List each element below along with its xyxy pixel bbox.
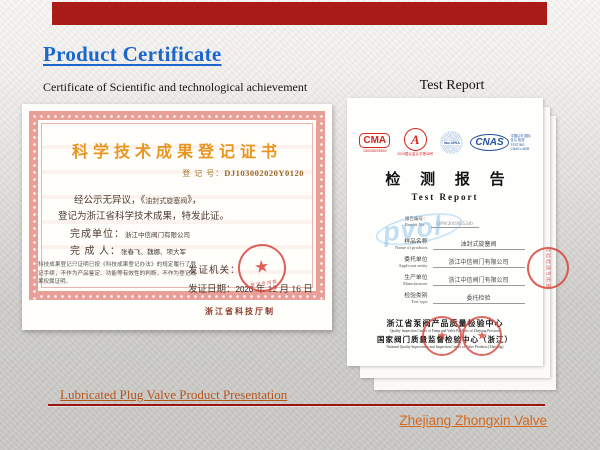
certificate-body-line2: 登记为浙江省科学技术成果，特发此证。 — [58, 208, 229, 222]
issuer-row: 发证机关： — [188, 262, 241, 276]
person-label: 完 成 人： — [70, 246, 121, 257]
seal-star-icon: ★ — [477, 328, 488, 342]
brand-link[interactable]: Zhejiang Zhongxin Valve — [399, 413, 547, 428]
line1-suffix: 》， — [187, 196, 201, 206]
field-row-sample-name: 样品名称Name of products 油封式旋塞阀 — [347, 232, 543, 250]
report-bottom-seal-left-icon: ★ — [422, 316, 462, 356]
unit-label: 完成单位： — [70, 229, 125, 240]
field-label-cn: 样品名称 — [366, 236, 428, 245]
certificate-border-top — [29, 111, 325, 120]
cnas-side-text: 中国认可 国际互认 检测 TESTING CNAS L4639 — [511, 134, 531, 151]
cma-logo-icon: CMA 150008225539 — [359, 133, 390, 153]
certificate-image: 科学技术成果登记证书 登 记 号：DJ103002020Y0120 经公示无异议… — [22, 104, 332, 330]
certificate-caption: Certificate of Scientific and technologi… — [43, 80, 307, 95]
field-label-en: Applicant entity — [366, 263, 428, 268]
registration-value: DJ103002020Y0120 — [224, 168, 304, 178]
inspection-a-logo-icon: A 2019国认监认字第38号 — [397, 128, 433, 157]
cnas-logo-icon: CNAS 中国认可 国际互认 检测 TESTING CNAS L4639 — [470, 134, 530, 151]
field-label-en: Test type — [366, 299, 428, 304]
field-value: 委托检验 — [433, 293, 525, 304]
field-label-cn: 生产单位 — [366, 272, 428, 281]
seal-star-icon: ★ — [437, 328, 448, 342]
report-sheet-front: CMA 150008225539 A 2019国认监认字第38号 ilac-MR… — [347, 98, 543, 366]
field-label-en: Manufacturer — [366, 281, 428, 286]
top-red-bar — [52, 2, 547, 25]
registration-label: 登 记 号： — [182, 169, 224, 178]
date-label: 发证日期： — [188, 285, 236, 295]
field-row-test-type: 检验类别Test type 委托检验 — [347, 286, 543, 304]
completion-unit-row: 完成单位：浙江中信阀门有限公司 — [70, 225, 190, 240]
a-mark-number: 2019国认监认字第38号 — [397, 152, 433, 157]
certificate-issuing-office: 浙江省科技厅制 — [205, 306, 275, 317]
field-label-en: Name of products — [366, 245, 428, 250]
ilac-text: ilac-MRA — [443, 141, 461, 145]
field-label-cn: 委托单位 — [366, 254, 428, 263]
completion-person-row: 完 成 人：张春飞、魏娜、项大军 — [70, 242, 186, 257]
footer-divider-line — [48, 404, 545, 406]
report-fields: 样品名称Name of products 油封式旋塞阀 委托单位Applican… — [347, 232, 543, 304]
cma-number: 150008225539 — [363, 149, 386, 153]
field-label-cn: 检验类别 — [366, 290, 428, 299]
certificate-body-line1: 经公示无异议，《油封式旋塞阀》， — [74, 192, 202, 206]
field-value: 浙江中信阀门有限公司 — [433, 275, 525, 286]
report-bottom-seal-right-icon: ★ — [462, 316, 502, 356]
person-value: 张春飞、魏娜、项大军 — [121, 249, 186, 256]
certificate-title: 科学技术成果登记证书 — [22, 138, 332, 162]
unit-value: 浙江中信阀门有限公司 — [125, 232, 190, 239]
cnas-text: CNAS — [470, 134, 508, 151]
page-title[interactable]: Product Certificate — [43, 42, 222, 67]
field-value: 油封式旋塞阀 — [433, 239, 525, 250]
line1-prefix: 经公示无异议，《 — [74, 196, 145, 206]
certificate-registration-number: 登 记 号：DJ103002020Y0120 — [182, 168, 304, 179]
presentation-slide: Product Certificate Certificate of Scien… — [0, 0, 600, 450]
presentation-link[interactable]: Lubricated Plug Valve Product Presentati… — [60, 387, 287, 403]
ilac-mra-logo-icon: ilac-MRA — [440, 131, 463, 154]
a-mark-text: A — [404, 128, 427, 151]
field-value: 浙江中信阀门有限公司 — [433, 257, 525, 268]
seal-star-icon: ★ — [253, 256, 271, 278]
accreditation-logo-row: CMA 150008225539 A 2019国认监认字第38号 ilac-MR… — [347, 128, 543, 157]
seal-text: 检验检测专用章 — [545, 247, 552, 289]
certificate-disclaimer: 科技成果登记只证明已按《科技成果登记办法》的规定履行了登记手续，不作为产品鉴定、… — [38, 261, 196, 287]
report-title-cn: 检 测 报 告 — [347, 168, 543, 189]
field-row-applicant: 委托单位Applicant entity 浙江中信阀门有限公司 — [347, 250, 543, 268]
test-report-caption: Test Report — [397, 78, 507, 94]
product-name-inline: 油封式旋塞阀 — [145, 197, 187, 205]
field-row-manufacturer: 生产单位Manufacturer 浙江中信阀门有限公司 — [347, 268, 543, 286]
cma-text: CMA — [359, 133, 390, 148]
report-title-en: Test Report — [347, 192, 543, 202]
ilac-sunburst: ilac-MRA — [440, 131, 463, 154]
